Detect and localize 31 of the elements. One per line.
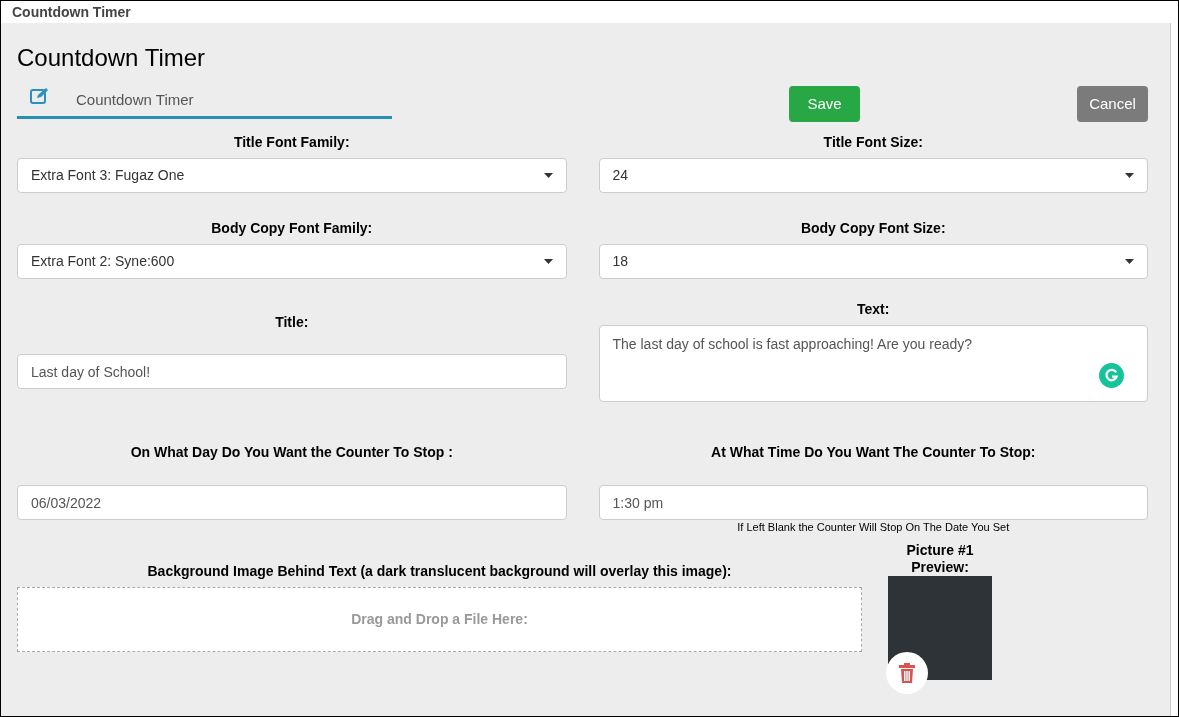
caret-icon — [1125, 173, 1134, 178]
cancel-button[interactable]: Cancel — [1077, 86, 1148, 122]
dropdown[interactable]: Extra Font 3: Fugaz One — [17, 158, 567, 193]
trash-icon — [899, 663, 915, 683]
field-label: Body Copy Font Family: — [210, 219, 374, 238]
input-field[interactable]: Last day of School! — [17, 354, 567, 389]
input-field[interactable]: 1:30 pm — [598, 485, 1148, 520]
field-label: Title Font Size: — [822, 133, 924, 152]
grammar-assistant-icon[interactable] — [1099, 363, 1124, 388]
page-heading: Countdown Timer — [17, 44, 207, 72]
window-title: Countdown Timer — [12, 2, 131, 22]
field-label: Picture #1 Preview: — [905, 542, 975, 576]
delete-button[interactable] — [886, 652, 928, 694]
edit-icon — [30, 87, 50, 105]
input-field[interactable]: 06/03/2022 — [17, 485, 567, 520]
field-label: Background Image Behind Text (a dark translucent background will overlay this image): — [147, 562, 732, 581]
field-label: Body Copy Font Size: — [799, 219, 947, 238]
dropdown[interactable]: 24 — [598, 158, 1148, 193]
text-area[interactable]: The last day of school is fast approaching! Are you ready? — [598, 325, 1148, 402]
caret-icon — [543, 259, 553, 264]
dropdown[interactable]: 18 — [598, 244, 1148, 279]
hint-text: If Left Blank the Counter Will Stop On The Date You Set — [736, 521, 1011, 534]
caret-icon — [543, 173, 553, 178]
field-label: Title Font Family: — [232, 133, 351, 152]
dropdown[interactable]: Extra Font 2: Syne:600 — [17, 244, 567, 279]
tab[interactable]: Countdown Timer — [17, 84, 392, 119]
field-label: Title: — [274, 313, 310, 332]
field-label: Text: — [856, 300, 891, 319]
caret-icon — [1125, 259, 1134, 264]
field-label: At What Time Do You Want The Counter To Stop: — [710, 443, 1037, 462]
field-label: On What Day Do You Want the Counter To Stop : — [129, 443, 454, 462]
